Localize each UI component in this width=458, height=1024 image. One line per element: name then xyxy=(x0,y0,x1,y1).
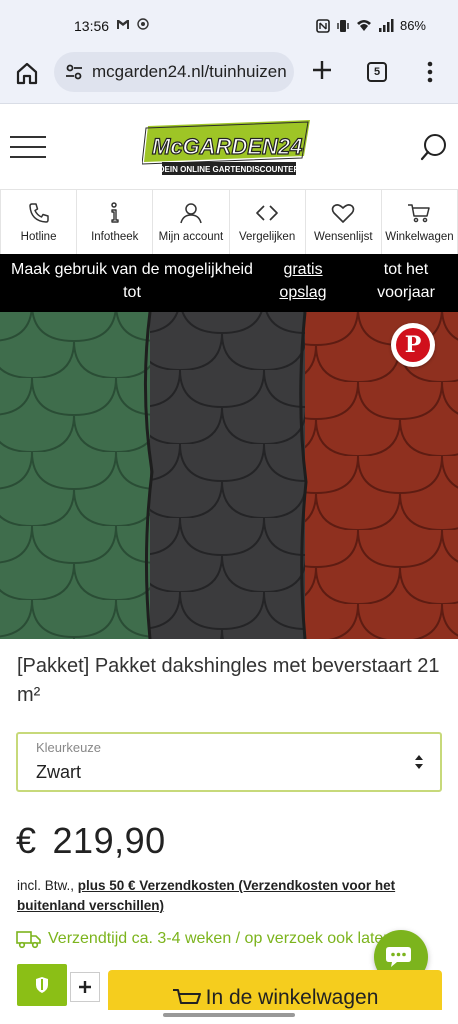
site-header: McGARDEN24 DEIN ONLINE GARTENDISCOUNTER xyxy=(0,104,458,190)
nfc-assistant-icon xyxy=(137,18,150,30)
home-icon[interactable] xyxy=(14,60,40,86)
product-price: €219,90 xyxy=(16,820,166,862)
logo-tagline: DEIN ONLINE GARTENDISCOUNTER xyxy=(159,165,300,174)
browser-toolbar: mcgarden24.nl/tuinhuizen 5 xyxy=(0,50,458,104)
wifi-icon xyxy=(356,20,371,31)
select-label: Kleurkeuze xyxy=(36,740,102,755)
menu-hamburger-icon[interactable] xyxy=(10,136,46,160)
black-shingles xyxy=(150,312,305,639)
status-right: 86% xyxy=(316,18,426,33)
battery-level: 86% xyxy=(399,18,426,33)
heart-icon xyxy=(331,204,355,223)
address-bar[interactable]: mcgarden24.nl/tuinhuizen xyxy=(54,52,294,92)
add-to-cart-button[interactable]: In de winkelwagen xyxy=(108,970,442,1010)
nav-wishlist[interactable]: Wensenlijst xyxy=(306,190,382,254)
nav-label: Hotline xyxy=(20,231,57,243)
quick-nav: Hotline Infotheek Mijn account Vergelijk… xyxy=(0,190,458,254)
plus-icon xyxy=(79,981,91,993)
cart-icon xyxy=(172,989,201,1004)
info-icon xyxy=(111,202,119,223)
chat-icon xyxy=(386,947,411,967)
quantity-plus-button[interactable] xyxy=(70,972,100,1002)
tab-switcher-button[interactable]: 5 xyxy=(367,62,387,82)
tax-prefix: incl. Btw., xyxy=(17,878,78,893)
shield-icon xyxy=(36,977,48,993)
search-icon[interactable] xyxy=(420,132,448,162)
delivery-time: Verzendtijd ca. 3-4 weken / op verzoek o… xyxy=(16,926,396,952)
product-title: [Pakket] Pakket dakshingles met beversta… xyxy=(17,655,440,706)
select-value: Zwart xyxy=(36,762,81,782)
site-settings-icon[interactable] xyxy=(64,62,84,82)
url-text: mcgarden24.nl/tuinhuizen xyxy=(92,62,287,81)
nav-label: Winkelwagen xyxy=(385,231,454,243)
promo-text: Maak gebruik van de mogelijkheid tot xyxy=(11,261,253,301)
green-shingles xyxy=(0,312,150,639)
select-arrows-icon xyxy=(415,755,423,769)
cart-icon xyxy=(408,204,431,223)
promo-banner: Maak gebruik van de mogelijkheid tot gra… xyxy=(0,254,458,312)
pinterest-icon: P xyxy=(396,328,430,362)
tax-info: incl. Btw., plus 50 € Verzendkosten (Ver… xyxy=(17,876,437,916)
product-image[interactable]: P xyxy=(0,312,458,639)
logo-wordmark: McGARDEN24 xyxy=(152,134,302,159)
nav-infotheek[interactable]: Infotheek xyxy=(77,190,154,254)
truck-icon xyxy=(16,931,41,949)
compare-icon xyxy=(256,205,278,221)
red-shingles xyxy=(305,312,458,639)
nav-label: Mijn account xyxy=(158,231,224,243)
price-amount: 219,90 xyxy=(52,820,166,861)
notification-icons xyxy=(116,18,150,33)
more-menu-icon[interactable] xyxy=(422,60,438,84)
pinterest-share-button[interactable]: P xyxy=(391,323,435,367)
nav-label: Infotheek xyxy=(91,231,139,243)
phone-icon xyxy=(28,203,49,223)
quantity-minus-button[interactable] xyxy=(17,964,67,1006)
price-currency: € xyxy=(16,820,37,861)
vibrate-icon xyxy=(337,19,349,32)
nfc-icon xyxy=(316,18,330,33)
status-bar: 13:56 86% xyxy=(0,0,458,50)
delivery-text: Verzendtijd ca. 3-4 weken / op verzoek o… xyxy=(48,930,389,947)
add-to-cart-content: In de winkelwagen xyxy=(172,986,379,1010)
gesture-home-indicator[interactable] xyxy=(163,1013,295,1017)
promo-text-end: tot het voorjaar xyxy=(377,261,435,301)
gmail-icon xyxy=(117,20,129,29)
shingle-photo xyxy=(0,312,458,639)
nav-account[interactable]: Mijn account xyxy=(153,190,230,254)
signal-icon xyxy=(378,19,394,32)
new-tab-icon[interactable] xyxy=(310,58,334,82)
add-to-cart-label: In de winkelwagen xyxy=(205,986,379,1009)
color-select[interactable]: Kleurkeuze Zwart xyxy=(16,732,442,792)
nav-cart[interactable]: Winkelwagen xyxy=(382,190,458,254)
nav-hotline[interactable]: Hotline xyxy=(0,190,78,254)
nav-label: Wensenlijst xyxy=(313,231,373,243)
status-time: 13:56 xyxy=(74,18,110,34)
user-icon xyxy=(180,203,202,224)
promo-link[interactable]: gratis opslag xyxy=(270,258,336,304)
site-logo[interactable]: McGARDEN24 DEIN ONLINE GARTENDISCOUNTER xyxy=(142,116,314,178)
nav-label: Vergelijken xyxy=(238,231,296,243)
nav-compare[interactable]: Vergelijken xyxy=(230,190,306,254)
